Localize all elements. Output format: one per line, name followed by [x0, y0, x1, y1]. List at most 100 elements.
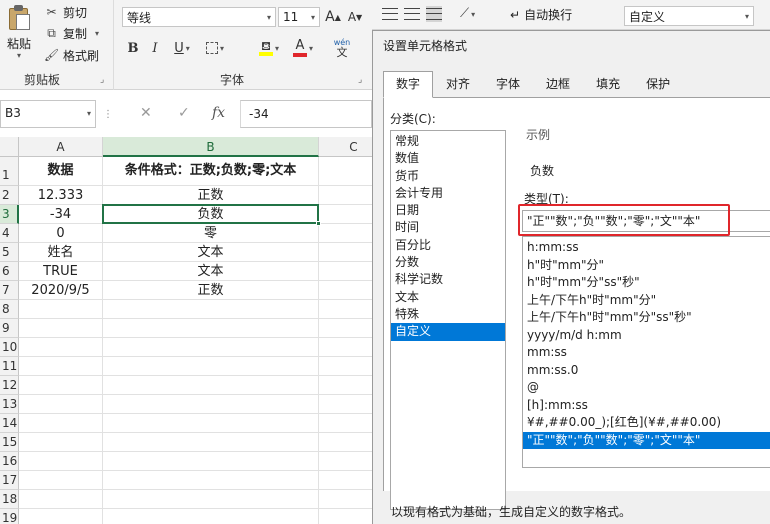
type-list-item[interactable]: @	[523, 379, 770, 397]
cell-b1[interactable]: 条件格式：正数;负数;零;文本	[103, 157, 319, 186]
row-header-13[interactable]: 13	[0, 395, 19, 414]
row-header-7[interactable]: 7	[0, 281, 19, 300]
shrink-font-button[interactable]: A ▼	[346, 7, 364, 27]
cell-b6[interactable]: 文本	[103, 262, 319, 281]
row-header-16[interactable]: 16	[0, 452, 19, 471]
row-header-19[interactable]: 19	[0, 509, 19, 524]
align-middle-icon[interactable]	[404, 6, 420, 22]
formula-input[interactable]: -34	[240, 100, 372, 128]
type-list-item[interactable]: 上午/下午h"时"mm"分"ss"秒"	[523, 309, 770, 327]
tab-0[interactable]: 数字	[383, 71, 434, 98]
cell-a3[interactable]: -34	[19, 205, 103, 224]
cell-a2[interactable]: 12.333	[19, 186, 103, 205]
type-list-item[interactable]: h"时"mm"分"ss"秒"	[523, 274, 770, 292]
cancel-icon[interactable]: ✕	[140, 105, 152, 121]
cell-a17[interactable]	[19, 471, 103, 490]
cell-a15[interactable]	[19, 433, 103, 452]
cell-b12[interactable]	[103, 376, 319, 395]
column-header-a[interactable]: A	[19, 137, 103, 157]
cell-a10[interactable]	[19, 338, 103, 357]
orientation-icon[interactable]: ⟋ ▾	[460, 6, 475, 21]
cell-a13[interactable]	[19, 395, 103, 414]
row-header-12[interactable]: 12	[0, 376, 19, 395]
phonetic-button[interactable]: wén 文	[324, 38, 360, 58]
fill-handle[interactable]	[316, 221, 321, 226]
cell-b8[interactable]	[103, 300, 319, 319]
insert-function-icon[interactable]: fx	[212, 105, 225, 121]
dialog-launcher-icon[interactable]: ⌟	[100, 75, 104, 85]
cell-b9[interactable]	[103, 319, 319, 338]
cell-b14[interactable]	[103, 414, 319, 433]
tab-2[interactable]: 字体	[483, 71, 533, 98]
cell-a7[interactable]: 2020/9/5	[19, 281, 103, 300]
drag-handle-icon[interactable]: ⋮	[103, 109, 113, 120]
cell-a8[interactable]	[19, 300, 103, 319]
row-header-2[interactable]: 2	[0, 186, 19, 205]
cell-b4[interactable]: 零	[103, 224, 319, 243]
underline-button[interactable]: U ▾	[168, 38, 196, 58]
cell-a6[interactable]: TRUE	[19, 262, 103, 281]
type-list-item[interactable]: yyyy/m/d h:mm	[523, 327, 770, 345]
italic-button[interactable]: I	[146, 38, 164, 58]
column-header-b[interactable]: B	[103, 137, 319, 157]
select-all-corner[interactable]	[0, 137, 19, 157]
cell-a19[interactable]	[19, 509, 103, 524]
type-list-item[interactable]: h:mm:ss	[523, 239, 770, 257]
category-item[interactable]: 特殊	[391, 306, 505, 323]
row-header-11[interactable]: 11	[0, 357, 19, 376]
row-header-3[interactable]: 3	[0, 205, 19, 224]
tab-4[interactable]: 填充	[583, 71, 633, 98]
cell-a1[interactable]: 数据	[19, 157, 103, 186]
cell-b5[interactable]: 文本	[103, 243, 319, 262]
chevron-down-icon[interactable]: ▾	[3, 52, 35, 60]
align-top-icon[interactable]	[382, 6, 398, 22]
row-header-6[interactable]: 6	[0, 262, 19, 281]
cell-b19[interactable]	[103, 509, 319, 524]
type-list-item[interactable]: mm:ss	[523, 344, 770, 362]
copy-button[interactable]: ⧉ 复制 ▾	[44, 24, 99, 42]
row-header-10[interactable]: 10	[0, 338, 19, 357]
cell-b16[interactable]	[103, 452, 319, 471]
cell-b11[interactable]	[103, 357, 319, 376]
cell-a5[interactable]: 姓名	[19, 243, 103, 262]
tab-3[interactable]: 边框	[533, 71, 583, 98]
cell-a4[interactable]: 0	[19, 224, 103, 243]
cell-b3[interactable]: 负数	[103, 205, 319, 224]
cell-a16[interactable]	[19, 452, 103, 471]
paste-button[interactable]: 粘贴 ▾	[3, 3, 35, 60]
row-header-1[interactable]: 1	[0, 157, 19, 186]
cell-b13[interactable]	[103, 395, 319, 414]
category-item[interactable]: 自定义	[391, 323, 505, 341]
grow-font-button[interactable]: A ▲	[324, 7, 342, 27]
cut-button[interactable]: ✂ 剪切	[44, 3, 87, 21]
cell-b17[interactable]	[103, 471, 319, 490]
category-item[interactable]: 常规	[391, 133, 505, 150]
type-list-item[interactable]: "正""数";"负""数";"零";"文""本"	[523, 431, 770, 449]
category-item[interactable]: 货币	[391, 168, 505, 185]
row-header-4[interactable]: 4	[0, 224, 19, 243]
tab-5[interactable]: 保护	[633, 71, 683, 98]
category-item[interactable]: 数值	[391, 150, 505, 167]
bold-button[interactable]: B	[124, 38, 142, 58]
type-list-item[interactable]: [h]:mm:ss	[523, 397, 770, 415]
row-header-5[interactable]: 5	[0, 243, 19, 262]
type-list-item[interactable]: 上午/下午h"时"mm"分"	[523, 292, 770, 310]
fill-color-button[interactable]: ⛾ ▾	[254, 38, 284, 58]
category-item[interactable]: 日期	[391, 202, 505, 219]
type-list-item[interactable]: ¥#,##0.00_);[红色](¥#,##0.00)	[523, 414, 770, 432]
type-input[interactable]: "正""数";"负""数";"零";"文""本"	[522, 210, 770, 232]
row-header-17[interactable]: 17	[0, 471, 19, 490]
category-item[interactable]: 科学记数	[391, 271, 505, 288]
category-item[interactable]: 会计专用	[391, 185, 505, 202]
row-header-14[interactable]: 14	[0, 414, 19, 433]
wrap-text-button[interactable]: ↵ 自动换行	[510, 6, 572, 23]
category-item[interactable]: 时间	[391, 219, 505, 236]
dialog-launcher-icon[interactable]: ⌟	[358, 75, 362, 85]
row-header-15[interactable]: 15	[0, 433, 19, 452]
category-item[interactable]: 分数	[391, 254, 505, 271]
row-header-18[interactable]: 18	[0, 490, 19, 509]
type-list-item[interactable]: mm:ss.0	[523, 362, 770, 380]
name-box[interactable]: B3 ▾	[0, 100, 96, 128]
category-item[interactable]: 文本	[391, 289, 505, 306]
cell-a12[interactable]	[19, 376, 103, 395]
